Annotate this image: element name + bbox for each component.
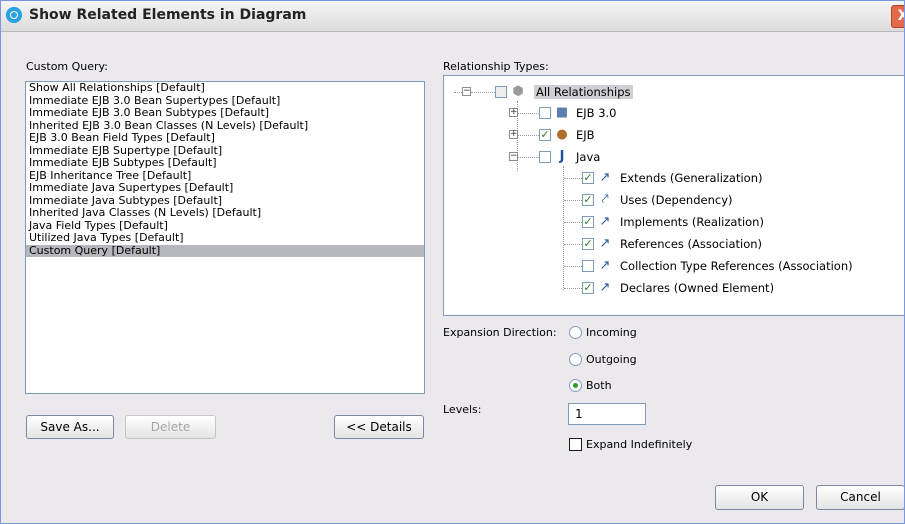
both-label: Both xyxy=(586,379,612,392)
query-list-item[interactable]: Show All Relationships [Default] xyxy=(26,82,424,95)
relationship-checkbox[interactable] xyxy=(582,260,594,272)
tree-connector xyxy=(454,92,462,93)
ok-button[interactable]: OK xyxy=(715,485,804,510)
tree-connector xyxy=(564,288,582,289)
tree-java-label[interactable]: Java xyxy=(576,150,600,164)
relationship-checkbox[interactable]: ✓ xyxy=(582,238,594,250)
relationship-types-label: Relationship Types: xyxy=(443,60,549,73)
java-checkbox[interactable] xyxy=(539,151,551,163)
ejb30-bean-icon: ■ xyxy=(555,105,569,120)
relationship-label[interactable]: Declares (Owned Element) xyxy=(620,281,774,295)
relationship-label[interactable]: Extends (Generalization) xyxy=(620,171,763,185)
outgoing-label: Outgoing xyxy=(586,353,637,366)
ejb30-checkbox[interactable] xyxy=(539,107,551,119)
title-bar: Show Related Elements in Diagram X xyxy=(1,1,904,32)
relationship-checkbox[interactable]: ✓ xyxy=(582,216,594,228)
close-button[interactable]: X xyxy=(891,5,904,28)
tree-ejb30-label[interactable]: EJB 3.0 xyxy=(576,106,617,120)
java-file-icon: J xyxy=(559,149,565,164)
collapse-icon[interactable]: − xyxy=(509,152,518,161)
collection-references-arrow-icon: ↗ xyxy=(599,258,611,273)
query-list-item[interactable]: Immediate EJB 3.0 Bean Subtypes [Default… xyxy=(26,106,424,120)
expand-icon[interactable]: + xyxy=(509,108,518,117)
references-arrow-icon: ↗ xyxy=(599,236,611,251)
tree-connector xyxy=(471,92,495,93)
collapse-icon[interactable]: − xyxy=(462,87,471,96)
ejb-checkbox[interactable]: ✓ xyxy=(539,129,551,141)
query-list-item[interactable]: EJB 3.0 Bean Field Types [Default] xyxy=(26,131,424,145)
levels-input[interactable]: 1 xyxy=(568,403,646,425)
tree-connector xyxy=(564,178,582,179)
expansion-direction-label: Expansion Direction: xyxy=(443,326,557,339)
show-related-elements-dialog: Show Related Elements in Diagram X Custo… xyxy=(0,0,905,524)
tree-connector xyxy=(564,244,582,245)
custom-query-label: Custom Query: xyxy=(26,60,108,73)
relationship-label[interactable]: Implements (Realization) xyxy=(620,215,764,229)
relationship-checkbox[interactable]: ✓ xyxy=(582,282,594,294)
custom-query-list[interactable]: Show All Relationships [Default] Immediat… xyxy=(25,81,425,394)
incoming-label: Incoming xyxy=(586,326,637,339)
tree-connector xyxy=(518,113,539,114)
incoming-radio[interactable] xyxy=(569,326,582,339)
save-as-button[interactable]: Save As... xyxy=(26,415,114,439)
query-list-item[interactable]: Utilized Java Types [Default] xyxy=(26,231,424,245)
relationship-label[interactable]: Uses (Dependency) xyxy=(620,193,733,207)
query-list-item[interactable]: Immediate EJB Subtypes [Default] xyxy=(26,156,424,170)
expand-indefinitely-checkbox[interactable] xyxy=(569,438,582,451)
query-list-item[interactable]: Inherited Java Classes (N Levels) [Defau… xyxy=(26,206,424,220)
tree-connector xyxy=(564,200,582,201)
outgoing-radio[interactable] xyxy=(569,353,582,366)
cancel-button[interactable]: Cancel xyxy=(816,485,904,510)
declares-arrow-icon: ↗ xyxy=(599,280,611,295)
query-list-item[interactable]: Custom Query [Default] xyxy=(26,244,424,257)
tree-connector xyxy=(518,157,539,158)
ejb-beans-icon: ● xyxy=(556,127,568,142)
details-button[interactable]: << Details xyxy=(334,415,424,439)
relationship-types-tree[interactable]: − ⬢ All Relationships + ■ EJB 3.0 + ✓ ● … xyxy=(443,75,904,316)
delete-button[interactable]: Delete xyxy=(125,415,216,439)
tree-connector xyxy=(564,266,582,267)
query-list-item[interactable]: Immediate Java Supertypes [Default] xyxy=(26,181,424,195)
relationship-label[interactable]: Collection Type References (Association) xyxy=(620,259,853,273)
dialog-app-icon xyxy=(6,7,22,23)
relationship-label[interactable]: References (Association) xyxy=(620,237,762,251)
levels-label: Levels: xyxy=(443,403,482,416)
expand-indefinitely-label: Expand Indefinitely xyxy=(586,438,693,451)
tree-connector xyxy=(563,166,564,290)
relationship-checkbox[interactable]: ✓ xyxy=(582,194,594,206)
expand-icon[interactable]: + xyxy=(509,130,518,139)
extends-arrow-icon: ↗ xyxy=(599,170,611,185)
relationships-icon: ⬢ xyxy=(512,84,524,99)
tree-root-label[interactable]: All Relationships xyxy=(534,85,633,99)
both-radio[interactable] xyxy=(569,379,582,392)
dialog-title: Show Related Elements in Diagram xyxy=(29,7,307,23)
uses-arrow-icon: ⤤ xyxy=(601,192,609,207)
implements-arrow-icon: ↗ xyxy=(599,214,611,229)
tree-connector xyxy=(518,135,539,136)
relationship-checkbox[interactable]: ✓ xyxy=(582,172,594,184)
tree-ejb-label[interactable]: EJB xyxy=(576,128,595,142)
all-relationships-checkbox[interactable] xyxy=(495,86,507,98)
tree-connector xyxy=(564,222,582,223)
